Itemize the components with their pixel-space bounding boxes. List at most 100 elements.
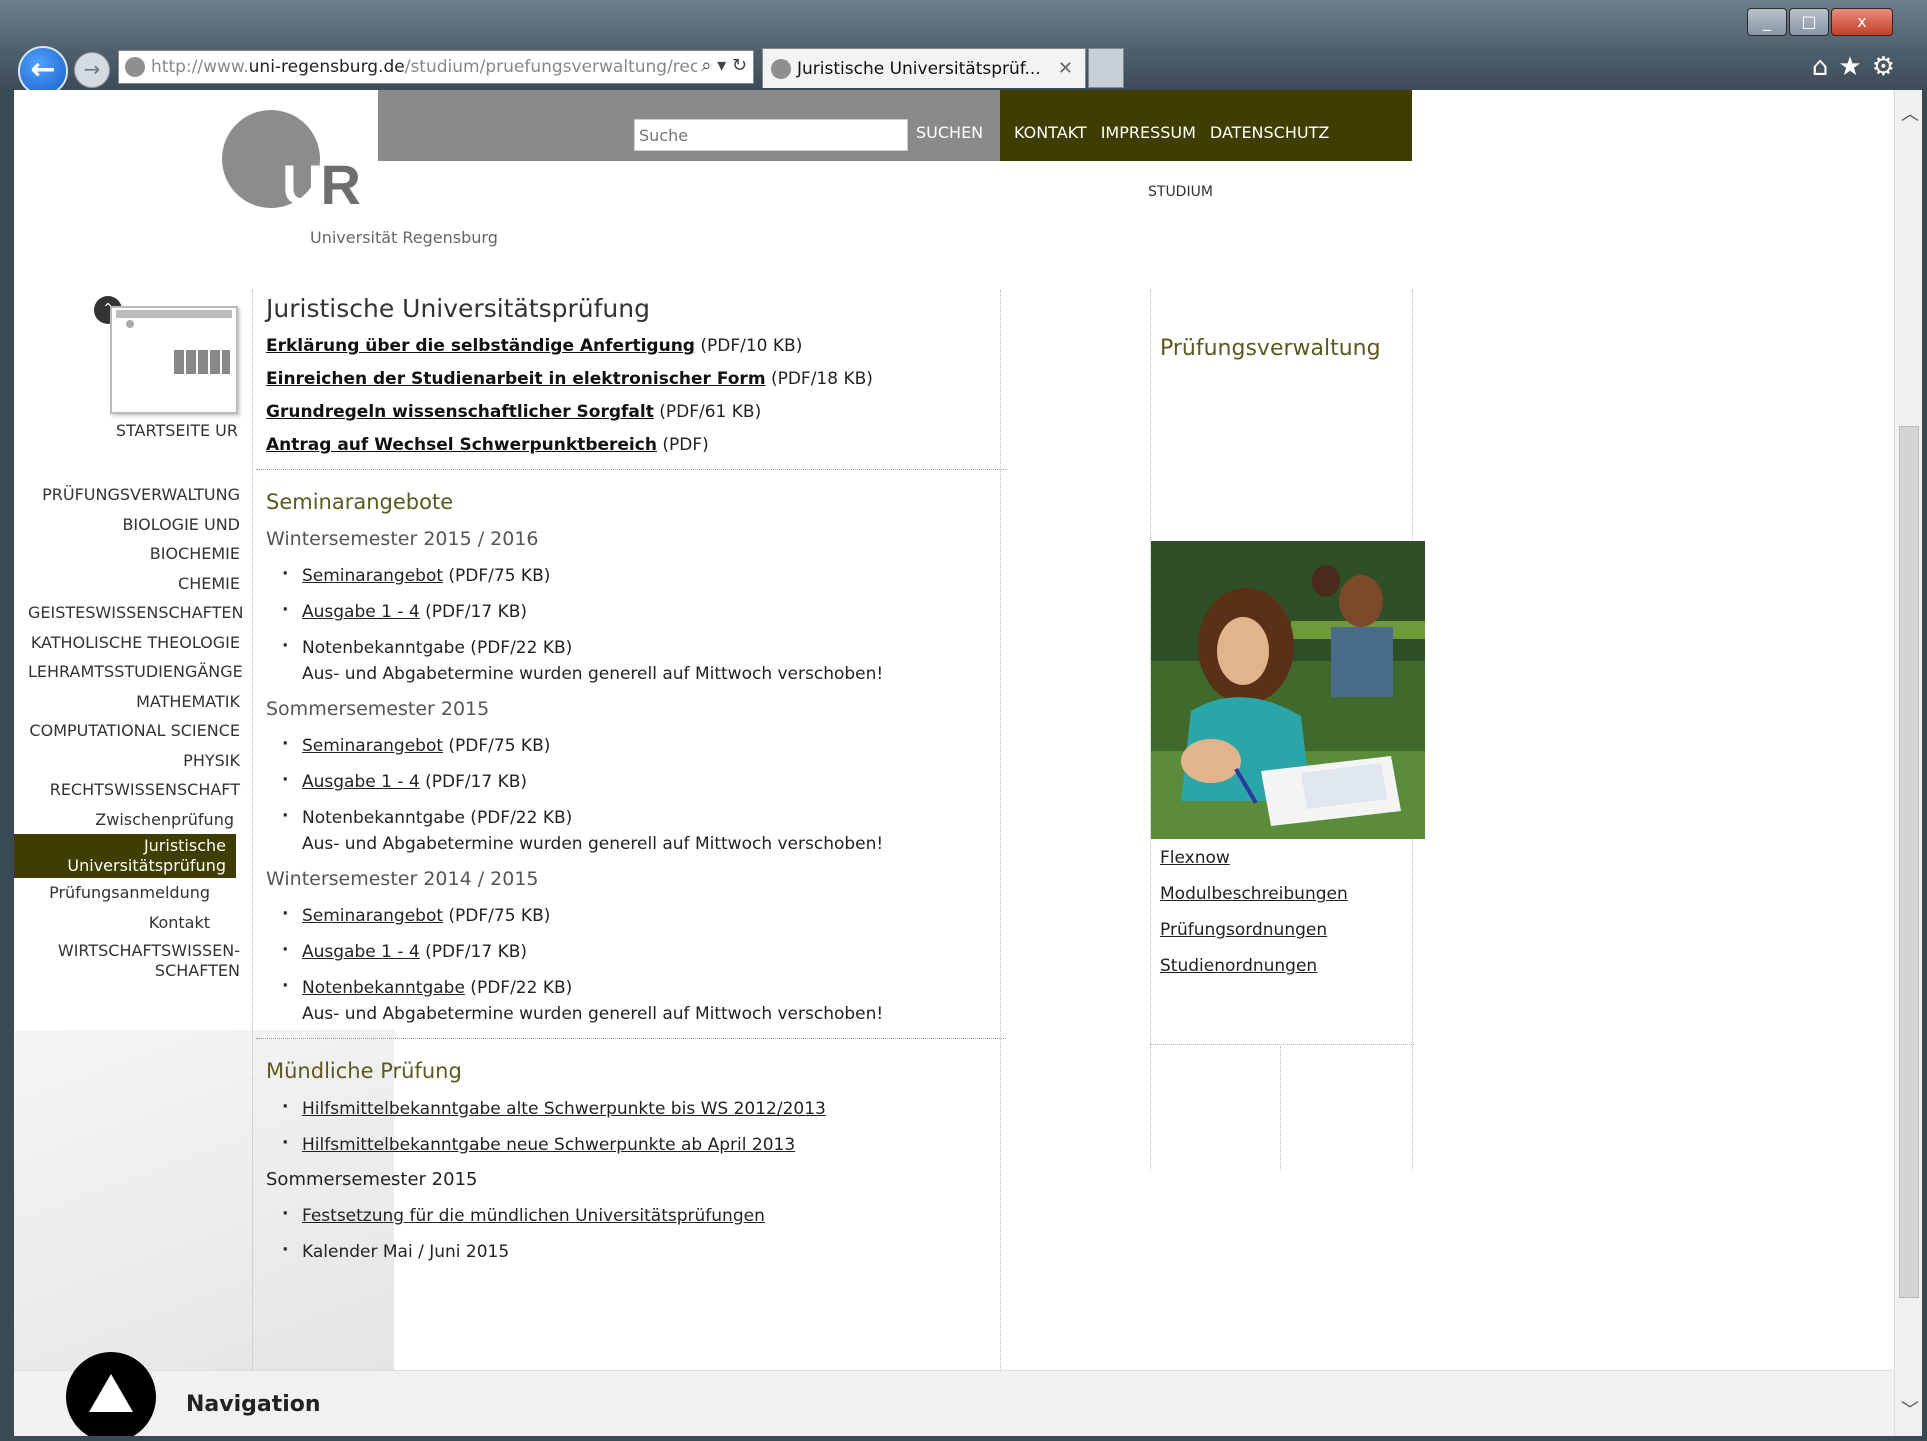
right-column-title: Prüfungsverwaltung [1160, 336, 1381, 361]
url-prefix: http://www. [151, 57, 249, 77]
main-content: Juristische Universitätsprüfung Erklärun… [256, 290, 1006, 1262]
search-input[interactable] [634, 119, 908, 151]
top-navigation: KONTAKT IMPRESSUM DATENSCHUTZ [1014, 123, 1329, 142]
tab-title: Juristische Universitätsprüf... [797, 58, 1041, 79]
column-divider-middle [1000, 290, 1001, 1420]
homepage-thumbnail[interactable] [110, 306, 238, 414]
active-line-1: Juristische [143, 836, 226, 855]
sidebar-item-mathematik[interactable]: MATHEMATIK [28, 687, 240, 717]
right-column-links: Flexnow Modulbeschreibungen Prüfungsordn… [1160, 848, 1348, 992]
file-meta: (PDF/17 KB) [419, 602, 528, 622]
minimize-button[interactable]: _ [1747, 8, 1787, 36]
seminarangebot-link[interactable]: Seminarangebot [302, 736, 443, 756]
scrollbar-thumb[interactable] [1899, 426, 1919, 1298]
doc-meta: (PDF/10 KB) [694, 336, 803, 356]
tab-close-icon[interactable]: ✕ [1058, 58, 1073, 79]
list-item: Hilfsmittelbekanntgabe neue Schwerpunkte… [266, 1133, 996, 1155]
doc-link-grundregeln[interactable]: Grundregeln wissenschaftlicher Sorgfalt [266, 402, 654, 422]
sidebar-item-rechtswissenschaft[interactable]: RECHTSWISSENSCHAFT [28, 775, 240, 805]
settings-gear-icon[interactable]: ⚙ [1872, 52, 1905, 82]
schedule-note: Aus- und Abgabetermine wurden generell a… [302, 834, 884, 854]
modulbeschreibungen-link[interactable]: Modulbeschreibungen [1160, 884, 1348, 904]
new-tab-button[interactable] [1088, 48, 1124, 88]
ausgabe-link[interactable]: Ausgabe 1 - 4 [302, 602, 420, 622]
studienordnungen-link[interactable]: Studienordnungen [1160, 956, 1317, 976]
doc-item: Grundregeln wissenschaftlicher Sorgfalt … [266, 402, 996, 422]
doc-item: Antrag auf Wechsel Schwerpunktbereich (P… [266, 435, 996, 455]
active-line-2: Universitätsprüfung [67, 856, 226, 875]
file-meta: (PDF/75 KB) [443, 566, 551, 586]
seminarangebot-link[interactable]: Seminarangebot [302, 566, 443, 586]
link-item: Flexnow [1160, 848, 1348, 868]
semester-heading: Sommersemester 2015 [266, 698, 490, 720]
column-divider-left [252, 290, 253, 1420]
scroll-down-icon[interactable]: ﹀ [1901, 1396, 1919, 1422]
home-icon[interactable]: ⌂ [1812, 52, 1839, 82]
sidebar-item-computational-science[interactable]: COMPUTATIONAL SCIENCE [28, 716, 240, 746]
sidebar-item-kontakt[interactable]: Kontakt [28, 908, 240, 938]
sidebar-item-juristische-active[interactable]: Juristische Universitätsprüfung [14, 834, 236, 878]
list-item: Festsetzung für die mündlichen Universit… [266, 1204, 996, 1226]
student-photo [1151, 541, 1425, 839]
oral-exam-heading: Mündliche Prüfung [266, 1059, 462, 1083]
close-window-button[interactable]: x [1831, 8, 1893, 36]
festsetzung-link[interactable]: Festsetzung für die mündlichen Universit… [302, 1206, 765, 1226]
seminar-heading: Seminarangebote [266, 490, 454, 514]
window-controls: _ □ x [1747, 8, 1893, 36]
notenbekanntgabe-text: Notenbekanntgabe [302, 638, 465, 658]
file-meta: (PDF/75 KB) [443, 906, 551, 926]
list-item: Kalender Mai / Juni 2015 [266, 1240, 996, 1262]
sidebar-item-chemie[interactable]: CHEMIE [28, 569, 240, 599]
vertical-scrollbar[interactable]: ︿ ﹀ [1894, 90, 1922, 1436]
sidebar-nav: PRÜFUNGSVERWALTUNG BIOLOGIE UND BIOCHEMI… [14, 480, 243, 985]
topnav-datenschutz[interactable]: DATENSCHUTZ [1210, 123, 1329, 142]
thumb-bar [116, 310, 232, 318]
doc-link-einreichen[interactable]: Einreichen der Studienarbeit in elektron… [266, 369, 766, 389]
navigation-label[interactable]: Navigation [186, 1392, 321, 1417]
address-search-refresh-icon[interactable]: ⌕ ▾ ↻ [697, 55, 747, 76]
sidebar-item-lehramt[interactable]: LEHRAMTSSTUDIENGÄNGE [28, 657, 243, 687]
oral-semester-heading: Sommersemester 2015 [266, 1169, 478, 1190]
breadcrumb[interactable]: STUDIUM [1148, 184, 1213, 200]
hilfsmittel-alt-link[interactable]: Hilfsmittelbekanntgabe alte Schwerpunkte… [302, 1099, 826, 1119]
list-item: Notenbekanntgabe (PDF/22 KB) [266, 806, 996, 828]
address-bar[interactable]: http://www. uni-regensburg.de/studium/pru… [118, 50, 754, 84]
notenbekanntgabe-link[interactable]: Notenbekanntgabe [302, 978, 465, 998]
ausgabe-link[interactable]: Ausgabe 1 - 4 [302, 942, 420, 962]
doc-item: Einreichen der Studienarbeit in elektron… [266, 369, 996, 389]
browser-tab[interactable]: Juristische Universitätsprüf... ✕ [762, 48, 1086, 88]
maximize-button[interactable]: □ [1789, 8, 1829, 36]
seminarangebot-link[interactable]: Seminarangebot [302, 906, 443, 926]
sidebar-item-pruefungsanmeldung[interactable]: Prüfungsanmeldung [28, 878, 240, 908]
schedule-note: Aus- und Abgabetermine wurden generell a… [302, 1004, 884, 1024]
sidebar-item-wirtschaftswissenschaften[interactable]: WIRTSCHAFTSWISSEN- SCHAFTEN [28, 937, 240, 985]
scroll-up-icon[interactable]: ︿ [1901, 100, 1919, 126]
sidebar-item-physik[interactable]: PHYSIK [28, 746, 240, 776]
sidebar-item-geisteswissenschaften[interactable]: GEISTESWISSENSCHAFTEN [28, 598, 243, 628]
wiwi-line-1: WIRTSCHAFTSWISSEN- [57, 941, 240, 960]
kalender-text: Kalender Mai / Juni 2015 [302, 1242, 510, 1262]
sidebar-item-zwischenpruefung[interactable]: Zwischenprüfung [28, 805, 240, 835]
file-meta: (PDF/22 KB) [464, 638, 573, 658]
doc-link-antrag[interactable]: Antrag auf Wechsel Schwerpunktbereich [266, 435, 657, 455]
search-button[interactable]: SUCHEN [916, 123, 983, 142]
topnav-impressum[interactable]: IMPRESSUM [1101, 123, 1196, 142]
pruefungsordnungen-link[interactable]: Prüfungsordnungen [1160, 920, 1327, 940]
section-divider [256, 1038, 1006, 1039]
home-link[interactable]: STARTSEITE UR [74, 421, 238, 440]
hilfsmittel-neu-link[interactable]: Hilfsmittelbekanntgabe neue Schwerpunkte… [302, 1135, 795, 1155]
sidebar-item-biologie[interactable]: BIOLOGIE UND BIOCHEMIE [28, 510, 240, 569]
topnav-kontakt[interactable]: KONTAKT [1014, 123, 1087, 142]
sidebar-item-pruefungsverwaltung[interactable]: PRÜFUNGSVERWALTUNG [28, 480, 240, 510]
favorites-star-icon[interactable]: ★ [1838, 52, 1871, 82]
flexnow-link[interactable]: Flexnow [1160, 848, 1230, 868]
ausgabe-link[interactable]: Ausgabe 1 - 4 [302, 772, 420, 792]
forward-arrow-icon[interactable]: → [74, 52, 110, 88]
back-arrow-icon[interactable]: ← [18, 46, 68, 96]
thumb-dot [126, 320, 134, 328]
doc-link-erklaerung[interactable]: Erklärung über die selbständige Anfertig… [266, 336, 695, 356]
browser-toolbar-icons[interactable]: ⌂★⚙ [1812, 52, 1905, 82]
sidebar-item-theologie[interactable]: KATHOLISCHE THEOLOGIE [28, 628, 240, 658]
navigation-toggle-button[interactable] [66, 1352, 156, 1436]
file-meta: (PDF/17 KB) [419, 942, 528, 962]
